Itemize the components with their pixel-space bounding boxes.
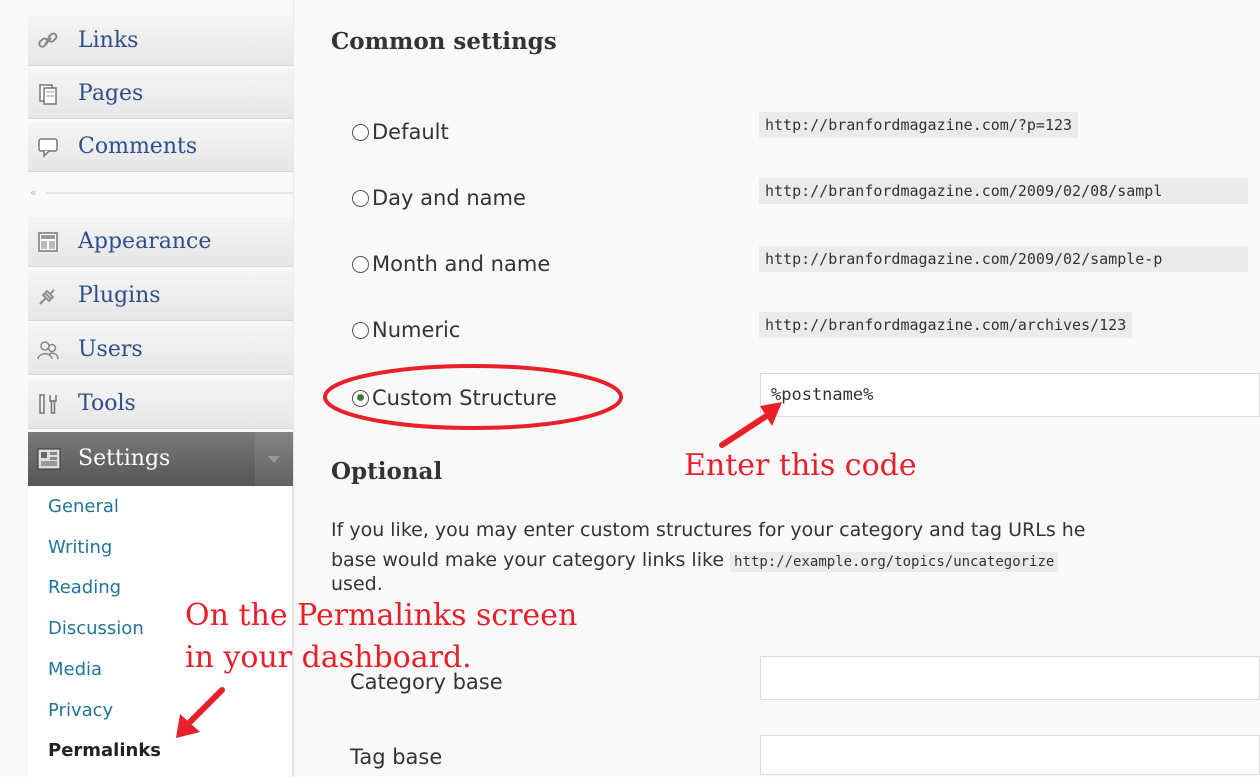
menu-item-tools[interactable]: Tools [28, 379, 293, 429]
description-line: If you like, you may enter custom struct… [331, 519, 1086, 541]
description-text: base would make your category links like [331, 549, 731, 571]
annotation-permalinks-line2: in your dashboard. [185, 640, 472, 675]
submenu-item-privacy[interactable]: Privacy [48, 700, 113, 721]
menu-item-users[interactable]: Users [28, 325, 293, 375]
radio-day-and-name[interactable] [352, 189, 369, 207]
option-label: Default [372, 120, 449, 144]
tag-base-label: Tag base [350, 745, 443, 769]
submenu-item-general[interactable]: General [48, 496, 119, 517]
option-default[interactable]: Default [352, 120, 449, 144]
settings-icon [36, 446, 62, 472]
menu-item-settings[interactable]: Settings [28, 432, 293, 486]
common-settings-heading: Common settings [331, 28, 557, 55]
link-icon [34, 28, 62, 54]
submenu-item-writing[interactable]: Writing [48, 537, 112, 558]
pages-icon [34, 81, 62, 107]
menu-item-pages[interactable]: Pages [28, 69, 293, 119]
radio-month-and-name[interactable] [352, 255, 369, 273]
option-label: Custom Structure [372, 386, 557, 410]
menu-item-label: Comments [78, 134, 198, 159]
users-icon [34, 337, 62, 363]
menu-item-appearance[interactable]: Appearance [28, 217, 293, 267]
radio-custom-structure[interactable] [352, 389, 369, 407]
example-url-numeric: http://branfordmagazine.com/archives/123 [759, 312, 1133, 338]
option-day-and-name[interactable]: Day and name [352, 186, 526, 210]
menu-item-plugins[interactable]: Plugins [28, 271, 293, 321]
submenu-item-reading[interactable]: Reading [48, 577, 121, 598]
annotation-permalinks-line1: On the Permalinks screen [185, 598, 578, 633]
menu-item-label: Settings [78, 446, 171, 471]
collapse-arrow-icon: « [30, 186, 37, 199]
comment-icon [34, 134, 62, 160]
option-label: Month and name [372, 252, 551, 276]
menu-item-label: Tools [78, 391, 136, 416]
optional-heading: Optional [331, 458, 443, 485]
annotation-enter-code: Enter this code [684, 448, 917, 483]
plugin-icon [34, 283, 62, 309]
option-custom-structure[interactable]: Custom Structure [352, 386, 557, 410]
option-label: Numeric [372, 318, 461, 342]
menu-item-comments[interactable]: Comments [28, 122, 293, 172]
tools-icon [34, 391, 62, 417]
menu-item-label: Links [78, 28, 139, 53]
custom-structure-input[interactable] [760, 373, 1260, 417]
optional-description: If you like, you may enter custom struct… [331, 515, 1260, 599]
tag-base-input[interactable] [760, 735, 1260, 775]
settings-toggle-arrow[interactable] [255, 432, 293, 486]
submenu-item-discussion[interactable]: Discussion [48, 618, 144, 639]
description-example-url: http://example.org/topics/uncategorize [730, 552, 1059, 572]
menu-item-label: Pages [78, 81, 144, 106]
menu-item-label: Plugins [78, 283, 161, 308]
radio-default[interactable] [352, 123, 369, 141]
option-numeric[interactable]: Numeric [352, 318, 460, 342]
appearance-icon [34, 229, 62, 255]
submenu-item-media[interactable]: Media [48, 659, 102, 680]
example-url-day-and-name: http://branfordmagazine.com/2009/02/08/s… [759, 178, 1248, 204]
example-url-default: http://branfordmagazine.com/?p=123 [759, 112, 1079, 138]
option-month-and-name[interactable]: Month and name [352, 252, 550, 276]
category-base-input[interactable] [760, 656, 1260, 700]
menu-collapse-bar[interactable]: « [28, 187, 293, 199]
submenu-item-permalinks[interactable]: Permalinks [48, 740, 161, 761]
radio-numeric[interactable] [352, 321, 369, 339]
menu-item-label: Appearance [78, 229, 212, 254]
menu-item-links[interactable]: Links [28, 16, 293, 66]
example-url-month-and-name: http://branfordmagazine.com/2009/02/samp… [759, 246, 1248, 272]
menu-item-label: Users [78, 337, 143, 362]
option-label: Day and name [372, 186, 526, 210]
